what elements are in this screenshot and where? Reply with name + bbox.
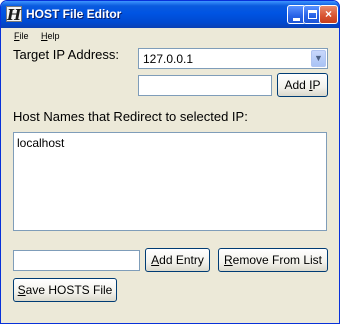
add-ip-label-pre: Add [284,78,310,92]
list-item[interactable]: localhost [17,136,64,150]
close-icon: × [324,7,332,21]
host-file-editor-window: H HOST File Editor × File Help Target IP… [0,0,340,324]
menu-help-label: elp [47,31,60,41]
target-ip-label: Target IP Address: [13,47,119,62]
chevron-down-icon[interactable]: ▼ [311,50,326,67]
host-names-label: Host Names that Redirect to selected IP: [13,109,248,124]
add-entry-mnemonic: A [151,253,160,267]
remove-mnemonic: R [223,253,233,267]
remove-from-list-button[interactable]: Remove From List [218,248,328,272]
target-ip-dropdown[interactable]: 127.0.0.1 ▼ [138,48,328,69]
target-ip-value: 127.0.0.1 [143,52,194,66]
menu-file[interactable]: File [14,28,29,45]
title-bar[interactable]: H HOST File Editor × [1,1,339,28]
remove-label-post: emove From List [232,253,323,267]
add-entry-label-post: dd Entry [159,253,204,267]
minimize-icon [293,18,300,21]
new-entry-input[interactable] [13,250,140,271]
app-h-icon[interactable]: H [6,6,22,23]
maximize-icon [308,10,317,19]
add-ip-button[interactable]: Add IP [277,73,328,97]
save-hosts-file-button[interactable]: Save HOSTS File [13,278,117,302]
new-ip-input[interactable] [138,75,272,96]
window-title: HOST File Editor [26,7,122,21]
save-mnemonic: S [17,283,26,297]
add-ip-label-post: P [312,78,321,92]
menu-bar: File Help [1,28,339,45]
save-label-post: ave HOSTS File [25,283,113,297]
close-button[interactable]: × [319,5,338,24]
host-names-list[interactable]: localhost [13,132,327,231]
add-entry-button[interactable]: Add Entry [145,248,210,272]
menu-help[interactable]: Help [41,28,60,45]
menu-file-label: ile [19,31,29,41]
